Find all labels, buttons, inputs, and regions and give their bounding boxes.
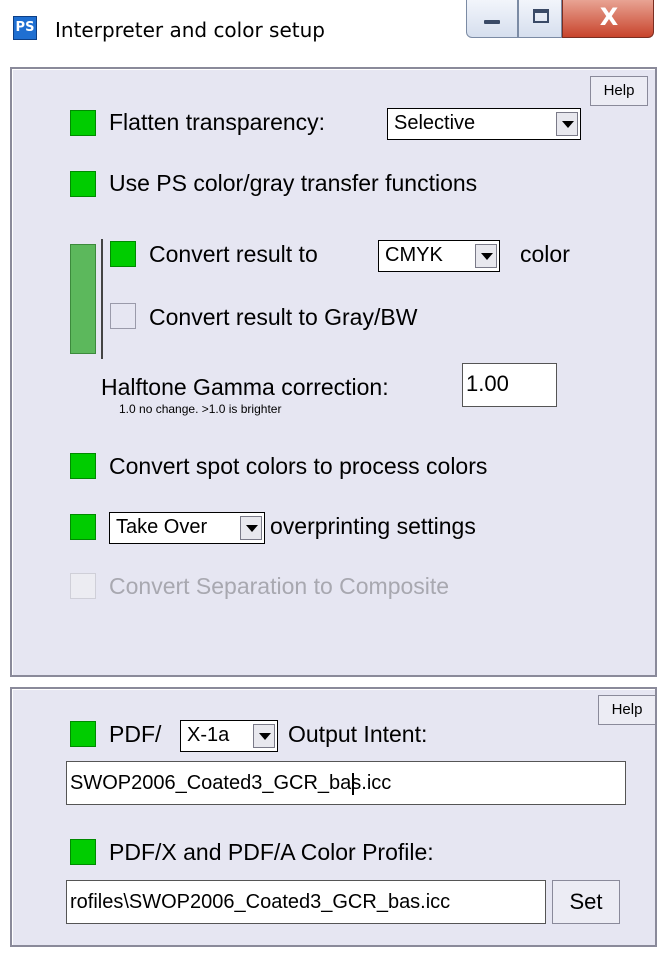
flatten-transparency-select[interactable]: Selective — [387, 108, 581, 140]
overprint-select[interactable]: Take Over — [109, 512, 265, 544]
interpreter-panel: Help Flatten transparency: Selective Use… — [10, 67, 657, 677]
window-controls: X — [460, 0, 659, 38]
pdf-output-panel: Help PDF/ X-1a Output Intent: SWOP2006_C… — [10, 687, 657, 947]
text-cursor — [352, 773, 354, 795]
overprint-label: overprinting settings — [270, 513, 476, 539]
output-intent-file-input[interactable]: SWOP2006_Coated3_GCR_bas.icc — [66, 761, 626, 805]
convert-color-suffix: color — [520, 241, 570, 267]
pdf-intent-checkbox[interactable] — [70, 721, 96, 747]
window-title: Interpreter and color setup — [55, 18, 325, 42]
convert-color-label: Convert result to — [149, 241, 318, 267]
ps-transfer-label: Use PS color/gray transfer functions — [109, 170, 478, 196]
pdf-standard-value: X-1a — [187, 724, 230, 746]
group-divider — [101, 239, 103, 359]
chevron-down-icon — [556, 112, 578, 136]
convert-gray-label: Convert result to Gray/BW — [149, 304, 418, 330]
color-profile-path-input[interactable]: rofiles\SWOP2006_Coated3_GCR_bas.icc — [66, 880, 546, 924]
pdf-standard-select[interactable]: X-1a — [180, 720, 278, 752]
maximize-icon — [533, 9, 549, 23]
set-profile-button[interactable]: Set — [552, 880, 620, 924]
gamma-hint: 1.0 no change. >1.0 is brighter — [119, 402, 282, 416]
convert-color-checkbox[interactable] — [110, 241, 136, 267]
overprint-checkbox[interactable] — [70, 514, 96, 540]
title-bar[interactable]: PS Interpreter and color setup X — [0, 0, 659, 60]
close-button[interactable]: X — [562, 0, 654, 38]
flatten-transparency-checkbox[interactable] — [70, 110, 96, 136]
color-profile-label: PDF/X and PDF/A Color Profile: — [109, 839, 434, 865]
maximize-button[interactable] — [518, 0, 562, 38]
pdf-intent-prefix: PDF/ — [109, 721, 162, 747]
convert-gray-checkbox[interactable] — [110, 303, 136, 329]
minimize-icon — [484, 20, 500, 24]
separation-composite-label: Convert Separation to Composite — [109, 573, 450, 599]
output-intent-file-value: SWOP2006_Coated3_GCR_bas.icc — [70, 772, 392, 794]
chevron-down-icon — [475, 244, 497, 268]
output-intent-label: Output Intent: — [288, 721, 428, 747]
minimize-button[interactable] — [466, 0, 518, 38]
color-conversion-group-indicator — [70, 244, 96, 354]
separation-composite-checkbox — [70, 573, 96, 599]
spot-colors-checkbox[interactable] — [70, 453, 96, 479]
help-button[interactable]: Help — [598, 695, 656, 725]
help-button[interactable]: Help — [590, 76, 648, 106]
color-profile-path-value: rofiles\SWOP2006_Coated3_GCR_bas.icc — [70, 891, 451, 913]
app-icon: PS — [13, 16, 37, 40]
flatten-transparency-value: Selective — [394, 112, 476, 134]
chevron-down-icon — [240, 516, 262, 540]
gamma-value: 1.00 — [466, 371, 509, 396]
gamma-input[interactable]: 1.00 — [462, 363, 557, 407]
ps-transfer-checkbox[interactable] — [70, 171, 96, 197]
overprint-value: Take Over — [116, 516, 208, 538]
color-space-select[interactable]: CMYK — [378, 240, 500, 272]
spot-colors-label: Convert spot colors to process colors — [109, 453, 488, 479]
flatten-transparency-label: Flatten transparency: — [109, 109, 326, 135]
chevron-down-icon — [253, 724, 275, 748]
color-profile-checkbox[interactable] — [70, 839, 96, 865]
gamma-label: Halftone Gamma correction: — [101, 374, 389, 400]
color-space-value: CMYK — [385, 244, 443, 266]
close-icon: X — [599, 3, 619, 31]
